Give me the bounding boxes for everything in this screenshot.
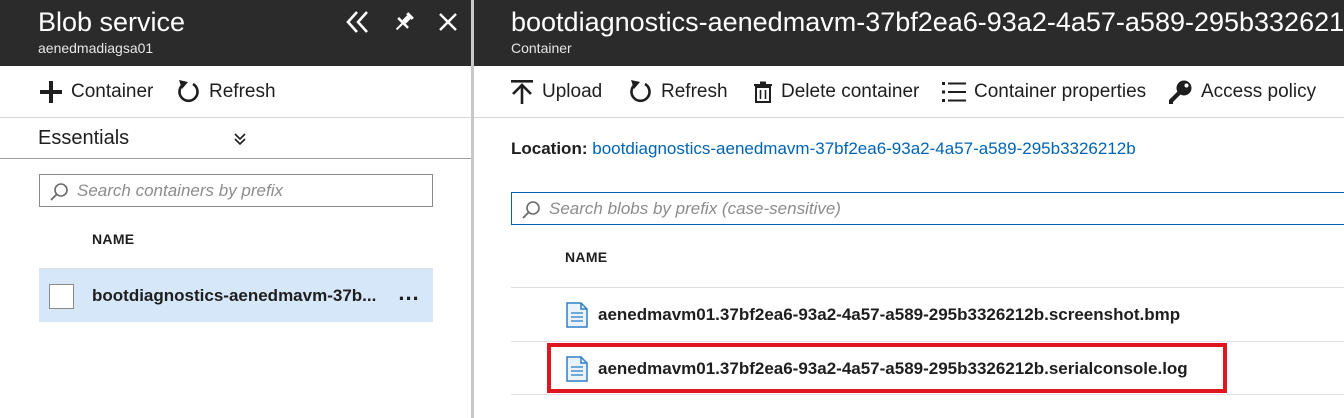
- access-policy-button[interactable]: Access policy: [1167, 77, 1316, 107]
- expand-chevron-icon[interactable]: [232, 131, 248, 152]
- blob-list-item[interactable]: aenedmavm01.37bf2ea6-93a2-4a57-a589-295b…: [511, 341, 1344, 395]
- container-search-input[interactable]: [40, 175, 432, 206]
- container-name[interactable]: bootdiagnostics-aenedmavm-37b...: [92, 286, 376, 306]
- file-icon: [566, 302, 588, 333]
- blade-subtitle: aenedmadiagsa01: [38, 40, 154, 56]
- command-bar: Container Refresh: [0, 66, 471, 118]
- add-container-label: Container: [71, 81, 154, 102]
- blob-search-input[interactable]: [512, 193, 1344, 224]
- location-field: Location: bootdiagnostics-aenedmavm-37bf…: [511, 139, 1136, 159]
- list-icon: [942, 82, 966, 102]
- blob-search-box: [511, 192, 1344, 225]
- container-properties-button[interactable]: Container properties: [942, 77, 1146, 107]
- close-icon[interactable]: [434, 8, 462, 36]
- upload-button[interactable]: Upload: [510, 77, 602, 107]
- blob-name[interactable]: aenedmavm01.37bf2ea6-93a2-4a57-a589-295b…: [598, 359, 1188, 379]
- file-icon: [566, 356, 588, 387]
- blob-name[interactable]: aenedmavm01.37bf2ea6-93a2-4a57-a589-295b…: [598, 305, 1180, 325]
- search-icon: [521, 200, 541, 225]
- access-policy-label: Access policy: [1201, 81, 1317, 102]
- refresh-label: Refresh: [661, 81, 728, 102]
- blade-header: Blob service aenedmadiagsa01: [0, 0, 471, 66]
- blade-title: bootdiagnostics-aenedmavm-37bf2ea6-93a2-…: [511, 7, 1344, 37]
- add-container-button[interactable]: Container: [39, 77, 153, 107]
- container-list-item[interactable]: bootdiagnostics-aenedmavm-37b... ...: [39, 268, 433, 322]
- name-column-header[interactable]: NAME: [565, 249, 607, 265]
- trash-icon: [754, 81, 772, 103]
- location-link[interactable]: bootdiagnostics-aenedmavm-37bf2ea6-93a2-…: [592, 139, 1135, 158]
- blob-list-item[interactable]: aenedmavm01.37bf2ea6-93a2-4a57-a589-295b…: [511, 287, 1344, 341]
- container-properties-label: Container properties: [974, 81, 1147, 102]
- name-column-header[interactable]: NAME: [92, 231, 134, 247]
- refresh-button[interactable]: Refresh: [177, 77, 276, 107]
- essentials-label: Essentials: [38, 127, 130, 149]
- more-options-button[interactable]: ...: [392, 280, 426, 310]
- search-icon: [49, 182, 69, 207]
- pin-icon[interactable]: [390, 8, 418, 36]
- essentials-section: Essentials: [0, 119, 471, 159]
- command-bar: Upload Refresh Delete container Containe…: [474, 66, 1344, 118]
- plus-icon: [40, 81, 62, 103]
- blob-service-blade: Blob service aenedmadiagsa01 Container R…: [0, 0, 471, 418]
- refresh-button[interactable]: Refresh: [629, 77, 728, 107]
- container-blade: bootdiagnostics-aenedmavm-37bf2ea6-93a2-…: [474, 0, 1344, 418]
- container-search-box: [39, 174, 433, 207]
- blade-subtitle: Container: [511, 40, 572, 56]
- location-label: Location:: [511, 139, 588, 158]
- key-icon: [1169, 80, 1192, 104]
- blade-header: bootdiagnostics-aenedmavm-37bf2ea6-93a2-…: [474, 0, 1344, 66]
- refresh-label: Refresh: [209, 81, 276, 102]
- upload-label: Upload: [542, 81, 603, 102]
- delete-container-button[interactable]: Delete container: [753, 77, 919, 107]
- delete-container-label: Delete container: [781, 81, 920, 102]
- refresh-icon: [630, 80, 651, 103]
- collapse-double-chevron-icon[interactable]: [344, 8, 372, 36]
- refresh-icon: [178, 80, 199, 103]
- blade-title: Blob service: [38, 7, 186, 37]
- row-checkbox[interactable]: [49, 284, 74, 309]
- upload-icon: [511, 80, 533, 104]
